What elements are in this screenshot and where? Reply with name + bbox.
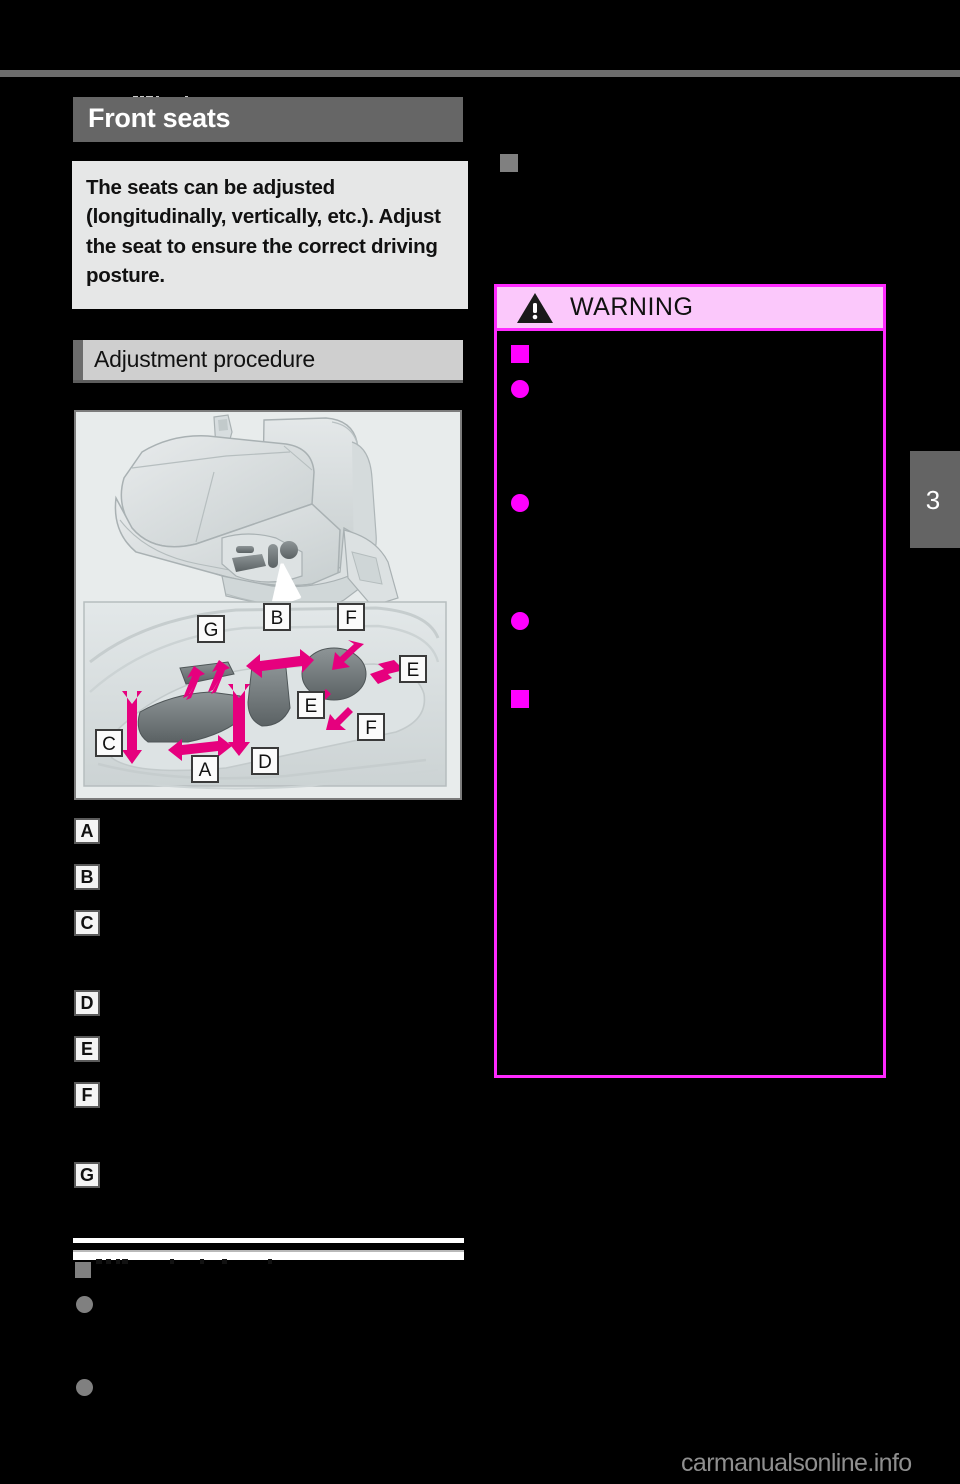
warning-label: WARNING bbox=[570, 292, 694, 321]
warning-item-marker-3 bbox=[511, 494, 529, 512]
callout-letter-e: E bbox=[74, 1036, 100, 1062]
page-top-rule bbox=[0, 70, 960, 77]
warning-item-marker-5 bbox=[511, 690, 529, 708]
site-watermark: carmanualsonline.info bbox=[681, 1449, 912, 1477]
sub-section-header: Adjustment procedure bbox=[73, 340, 463, 380]
callout-letter-f: F bbox=[74, 1082, 100, 1108]
callout-row-d: D bbox=[74, 990, 100, 1016]
right-column-section-marker bbox=[500, 154, 518, 172]
svg-text:E: E bbox=[305, 696, 318, 717]
seat-switch-detail-panel: G B F E E F C A D bbox=[83, 601, 447, 790]
warning-item-marker-1 bbox=[511, 345, 529, 363]
warning-item-marker-2 bbox=[511, 380, 529, 398]
warning-header: WARNING bbox=[497, 287, 883, 331]
page-number: 3 bbox=[925, 484, 941, 515]
warning-item-marker-4 bbox=[511, 612, 529, 630]
svg-text:A: A bbox=[199, 760, 212, 781]
section-header: Front seats bbox=[73, 97, 463, 142]
svg-text:C: C bbox=[102, 734, 116, 755]
callout-letter-g: G bbox=[74, 1162, 100, 1188]
notes-divider-top bbox=[73, 1238, 464, 1243]
callout-row-b: B bbox=[74, 864, 100, 890]
page-number-tab: 3 bbox=[910, 451, 960, 548]
sub-section-title: Adjustment procedure bbox=[94, 345, 316, 372]
callout-row-g: G bbox=[74, 1162, 100, 1188]
notes-heading bbox=[96, 1259, 346, 1264]
sub-section-rule bbox=[73, 380, 463, 383]
notes-heading-mark bbox=[96, 1259, 102, 1264]
notes-heading-mark bbox=[222, 1259, 227, 1264]
svg-text:F: F bbox=[365, 718, 377, 739]
manual-page: Front seats The seats can be adjusted (l… bbox=[0, 0, 960, 1484]
callout-letter-a: A bbox=[74, 818, 100, 844]
intro-panel: The seats can be adjusted (longitudinall… bbox=[72, 161, 468, 309]
page-title: Front seats bbox=[88, 103, 231, 133]
callout-letter-d: D bbox=[74, 990, 100, 1016]
svg-text:B: B bbox=[271, 608, 284, 629]
intro-text: The seats can be adjusted (longitudinall… bbox=[86, 176, 441, 287]
callout-row-e: E bbox=[74, 1036, 100, 1062]
callout-row-f: F bbox=[74, 1082, 100, 1108]
svg-text:F: F bbox=[345, 608, 357, 629]
svg-text:E: E bbox=[407, 660, 420, 681]
svg-text:D: D bbox=[258, 752, 272, 773]
warning-triangle-icon bbox=[516, 292, 554, 324]
notes-heading-marker bbox=[75, 1262, 91, 1278]
notes-heading-mark bbox=[200, 1259, 204, 1264]
sub-section-accent-tab bbox=[73, 340, 83, 380]
seat-illustration: G B F E E F C A D bbox=[74, 410, 462, 800]
callout-letter-b: B bbox=[74, 864, 100, 890]
notes-heading-mark bbox=[268, 1259, 272, 1264]
seat-illustration-svg: G B F E E F C A D bbox=[76, 412, 460, 798]
callout-row-a: A bbox=[74, 818, 100, 844]
notes-bullet-1 bbox=[76, 1296, 93, 1313]
svg-text:G: G bbox=[204, 620, 219, 641]
notes-heading-mark bbox=[122, 1259, 128, 1264]
warning-box: WARNING bbox=[494, 284, 886, 1078]
callout-row-c: C bbox=[74, 910, 100, 936]
notes-heading-mark bbox=[170, 1259, 174, 1264]
notes-heading-mark bbox=[116, 1259, 120, 1264]
notes-heading-mark bbox=[106, 1259, 111, 1264]
notes-bullet-2 bbox=[76, 1379, 93, 1396]
callout-letter-c: C bbox=[74, 910, 100, 936]
